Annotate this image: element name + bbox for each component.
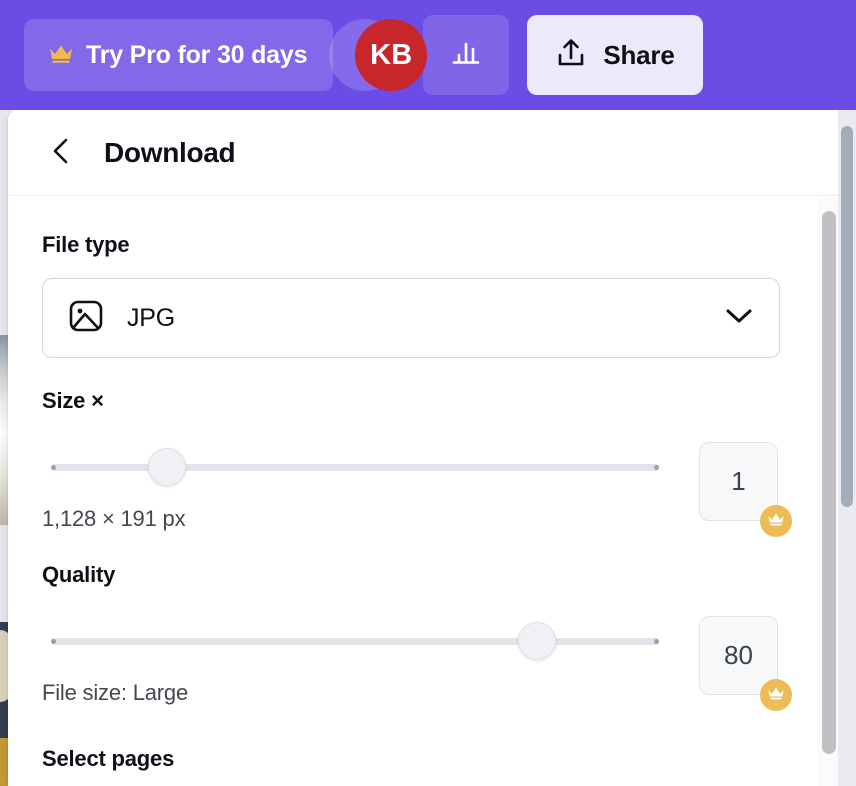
size-slider[interactable] — [42, 444, 667, 490]
page-scrollbar[interactable] — [838, 110, 856, 786]
size-slider-row: 1,128 × 191 px 1 — [42, 442, 792, 537]
back-button[interactable] — [42, 133, 82, 173]
quality-slider-row: File size: Large 80 — [42, 616, 792, 711]
image-icon — [67, 297, 105, 340]
size-label: Size × — [42, 388, 104, 413]
crown-icon — [48, 42, 74, 69]
top-toolbar: Try Pro for 30 days + KB — [0, 0, 856, 110]
quality-value-wrap: 80 — [699, 616, 792, 711]
chevron-down-icon — [725, 307, 753, 330]
download-panel: Download File type JPG Size × 1,128 × 19… — [8, 110, 841, 786]
file-type-label: File type — [42, 232, 130, 257]
panel-scrollbar-thumb[interactable] — [822, 211, 836, 754]
select-pages-label: Select pages — [42, 746, 175, 771]
size-value-wrap: 1 — [699, 442, 792, 537]
panel-scrollbar[interactable] — [818, 197, 840, 786]
share-button[interactable]: Share — [527, 15, 703, 95]
size-slider-min-marker — [51, 465, 56, 470]
quality-slider[interactable] — [42, 618, 667, 664]
file-type-select[interactable]: JPG — [42, 278, 780, 358]
size-slider-max-marker — [654, 465, 659, 470]
crown-icon — [767, 511, 785, 532]
bar-chart-icon — [448, 35, 484, 76]
avatar[interactable]: KB — [355, 19, 428, 91]
quality-label: Quality — [42, 562, 116, 587]
panel-header: Download — [8, 110, 841, 196]
crown-icon — [767, 685, 785, 706]
size-slider-column: 1,128 × 191 px — [42, 444, 667, 532]
page-scrollbar-thumb[interactable] — [841, 126, 853, 507]
quality-slider-max-marker — [654, 639, 659, 644]
size-slider-handle[interactable] — [147, 448, 186, 486]
share-label: Share — [603, 39, 675, 70]
size-slider-track — [51, 464, 659, 471]
file-type-value: JPG — [127, 303, 176, 332]
page-title: Download — [104, 136, 236, 168]
quality-slider-handle[interactable] — [518, 622, 557, 660]
quality-slider-track — [51, 638, 659, 645]
panel-body: File type JPG Size × 1,128 × 191 px 1 Qu… — [8, 196, 841, 786]
insights-button[interactable] — [423, 15, 510, 95]
try-pro-label: Try Pro for 30 days — [86, 40, 308, 69]
try-pro-button[interactable]: Try Pro for 30 days — [24, 19, 334, 91]
quality-slider-min-marker — [51, 639, 56, 644]
quality-slider-column: File size: Large — [42, 618, 667, 706]
quality-file-size: File size: Large — [42, 680, 188, 705]
canva-download-panel-screen: Try Pro for 30 days + KB — [0, 0, 856, 786]
upload-icon — [555, 36, 587, 75]
quality-pro-badge[interactable] — [760, 679, 792, 711]
avatar-initials: KB — [370, 38, 413, 71]
account-group: + KB — [329, 19, 428, 91]
size-pro-badge[interactable] — [760, 505, 792, 537]
chevron-left-icon — [50, 137, 74, 168]
size-dimensions: 1,128 × 191 px — [42, 506, 186, 531]
